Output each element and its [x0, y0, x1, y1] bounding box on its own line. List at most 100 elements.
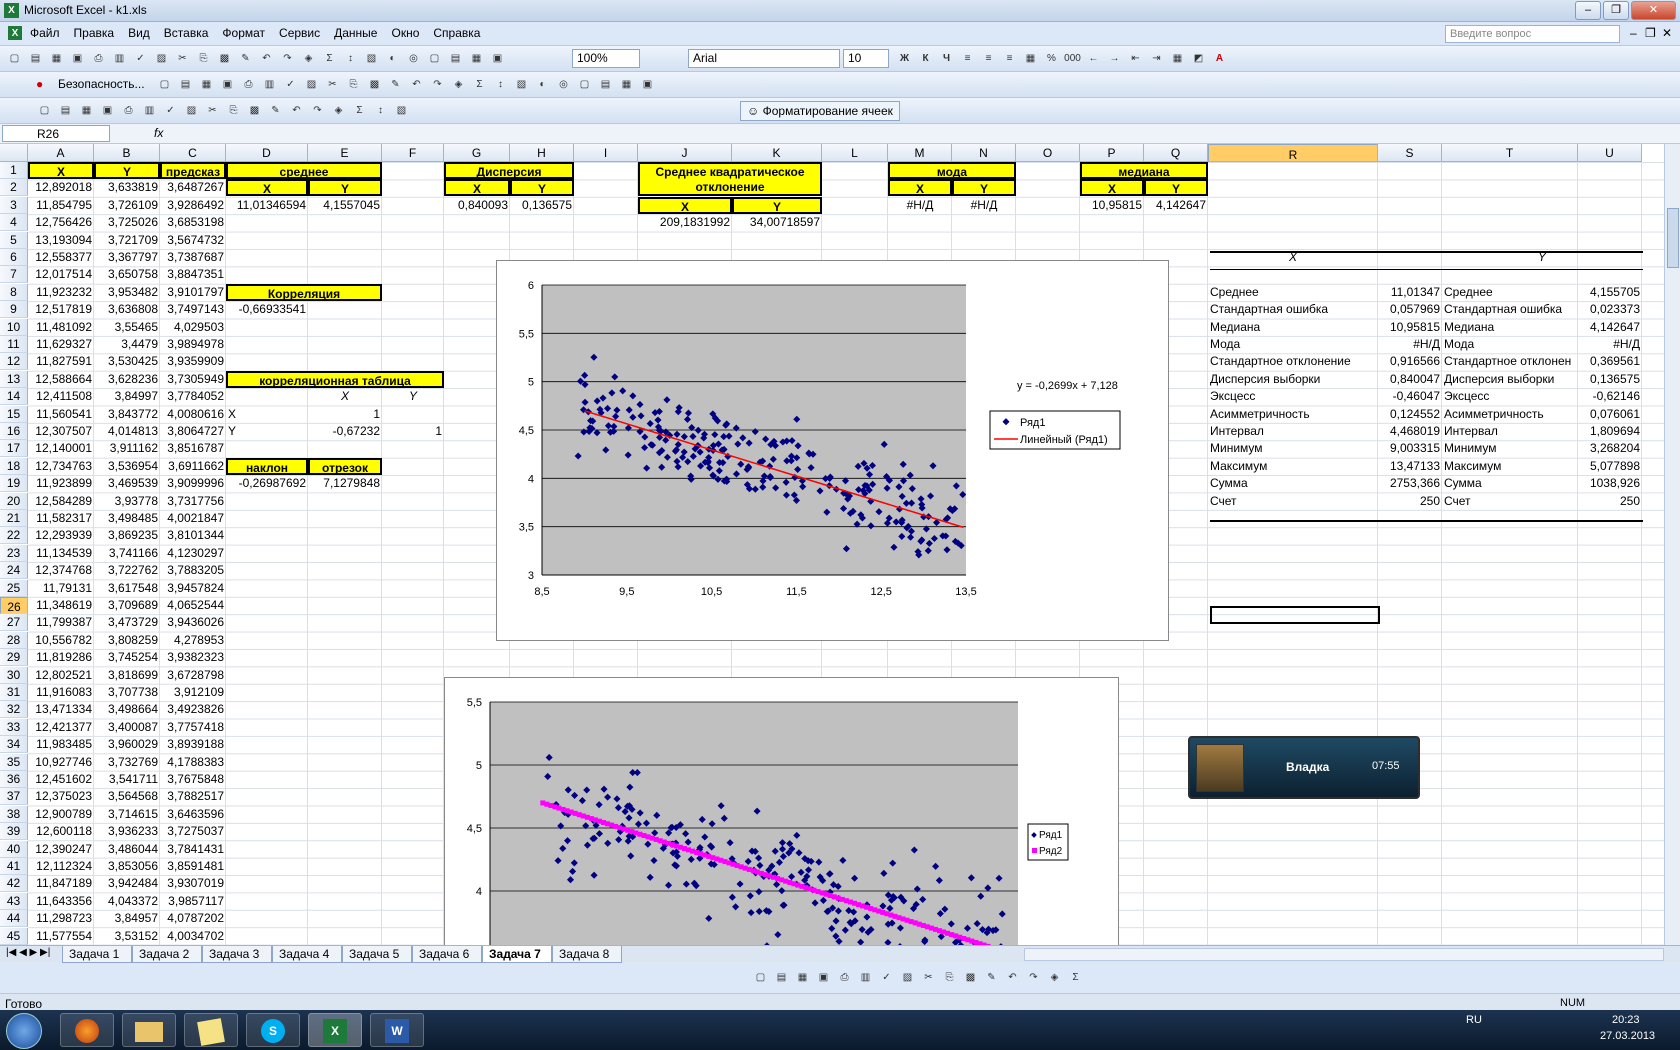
cell-C26[interactable]: 4,0652544 — [160, 597, 226, 614]
cell-A16[interactable]: 12,307507 — [28, 423, 94, 440]
std-icon-0[interactable]: ▢ — [6, 50, 23, 67]
cell-A43[interactable]: 11,643356 — [28, 893, 94, 910]
cell-R11[interactable]: Мода — [1208, 336, 1378, 353]
control-icon-3[interactable]: ▣ — [99, 102, 116, 119]
format-icon-9[interactable]: ← — [1085, 50, 1102, 67]
cell-A14[interactable]: 12,411508 — [28, 388, 94, 405]
cell-T9[interactable]: Стандартная ошибка — [1442, 301, 1578, 318]
col-header-B[interactable]: B — [94, 144, 160, 162]
form-icon-4[interactable]: ⎙ — [240, 76, 257, 93]
format-icon-2[interactable]: Ч — [938, 50, 955, 67]
col-header-P[interactable]: P — [1080, 144, 1144, 162]
cell-J2[interactable]: отклонение — [638, 179, 822, 197]
cell-B15[interactable]: 3,843772 — [94, 406, 160, 423]
cell-C16[interactable]: 3,8064727 — [160, 423, 226, 440]
control-icon-13[interactable]: ↷ — [309, 102, 326, 119]
row-header-2[interactable]: 2 — [0, 179, 28, 197]
form-icon-10[interactable]: ▩ — [366, 76, 383, 93]
cell-A31[interactable]: 11,916083 — [28, 684, 94, 701]
row-header-18[interactable]: 18 — [0, 457, 28, 475]
row-header-5[interactable]: 5 — [0, 231, 28, 249]
cell-U11[interactable]: #Н/Д — [1578, 336, 1642, 353]
cell-R13[interactable]: Дисперсия выборки — [1208, 371, 1378, 388]
std-icon-15[interactable]: Σ — [321, 50, 338, 67]
cell-A13[interactable]: 12,588664 — [28, 371, 94, 388]
menu-item-1[interactable]: Правка — [74, 26, 115, 40]
cell-C4[interactable]: 3,6853198 — [160, 214, 226, 231]
std-icon-9[interactable]: ⎘ — [195, 50, 212, 67]
cell-B12[interactable]: 3,530425 — [94, 353, 160, 370]
control-icon-11[interactable]: ✎ — [267, 102, 284, 119]
cell-C38[interactable]: 3,6463596 — [160, 806, 226, 823]
cell-D19[interactable]: -0,26987692 — [226, 475, 308, 492]
control-icon-5[interactable]: ▥ — [141, 102, 158, 119]
col-header-L[interactable]: L — [822, 144, 888, 162]
cell-R8[interactable]: Среднее — [1208, 284, 1378, 301]
row-header-7[interactable]: 7 — [0, 266, 28, 284]
menu-item-2[interactable]: Вид — [128, 26, 150, 40]
clock-time[interactable]: 20:23 — [1612, 1014, 1640, 1026]
tab-sheet-6[interactable]: Задача 6 — [412, 946, 482, 963]
cell-R9[interactable]: Стандартная ошибка — [1208, 301, 1378, 318]
cell-A18[interactable]: 12,734763 — [28, 458, 94, 475]
std-icon-14[interactable]: ◈ — [300, 50, 317, 67]
cell-J1[interactable]: Среднее квадратическое — [638, 162, 822, 179]
cell-G2[interactable]: X — [444, 179, 510, 197]
cell-C42[interactable]: 3,9307019 — [160, 875, 226, 892]
cell-C15[interactable]: 4,0080616 — [160, 406, 226, 423]
row-header-24[interactable]: 24 — [0, 562, 28, 580]
draw-icon-12[interactable]: ↶ — [1004, 969, 1021, 986]
cell-U10[interactable]: 4,142647 — [1578, 319, 1642, 336]
control-icon-7[interactable]: ▨ — [183, 102, 200, 119]
menu-item-3[interactable]: Вставка — [164, 26, 209, 40]
notes-icon[interactable] — [184, 1013, 238, 1047]
std-icon-7[interactable]: ▨ — [153, 50, 170, 67]
cell-B40[interactable]: 3,486044 — [94, 841, 160, 858]
row-header-43[interactable]: 43 — [0, 892, 28, 910]
cell-T14[interactable]: Эксцесс — [1442, 388, 1578, 405]
col-header-U[interactable]: U — [1578, 144, 1642, 162]
draw-icon-10[interactable]: ▩ — [962, 969, 979, 986]
cell-B23[interactable]: 3,741166 — [94, 545, 160, 562]
cell-B25[interactable]: 3,617548 — [94, 580, 160, 597]
cell-U20[interactable]: 250 — [1578, 493, 1642, 510]
form-icon-14[interactable]: ◈ — [450, 76, 467, 93]
cell-B9[interactable]: 3,636808 — [94, 301, 160, 318]
cell-C25[interactable]: 3,9457824 — [160, 580, 226, 597]
std-icon-21[interactable]: ▤ — [447, 50, 464, 67]
row-header-10[interactable]: 10 — [0, 318, 28, 336]
cell-G1[interactable]: Дисперсия — [444, 162, 574, 179]
cell-S18[interactable]: 13,47133 — [1378, 458, 1442, 475]
cell-S14[interactable]: -0,46047 — [1378, 388, 1442, 405]
cell-B28[interactable]: 3,808259 — [94, 632, 160, 649]
form-icon-18[interactable]: ◐ — [534, 76, 551, 93]
selected-cell[interactable] — [1210, 606, 1380, 624]
firefox-icon[interactable] — [60, 1013, 114, 1047]
cell-Q2[interactable]: Y — [1144, 179, 1208, 197]
cell-C11[interactable]: 3,9894978 — [160, 336, 226, 353]
cell-B35[interactable]: 3,732769 — [94, 754, 160, 771]
cell-B3[interactable]: 3,726109 — [94, 197, 160, 214]
cell-C1[interactable]: предсказ — [160, 162, 226, 179]
cell-A2[interactable]: 12,892018 — [28, 179, 94, 196]
std-icon-8[interactable]: ✂ — [174, 50, 191, 67]
cell-D2[interactable]: X — [226, 179, 308, 197]
format-icon-14[interactable]: ◩ — [1190, 50, 1207, 67]
menu-item-5[interactable]: Сервис — [279, 26, 320, 40]
cell-B1[interactable]: Y — [94, 162, 160, 179]
cell-A7[interactable]: 12,017514 — [28, 266, 94, 283]
row-header-30[interactable]: 30 — [0, 666, 28, 684]
cell-A26[interactable]: 11,348619 — [28, 597, 94, 614]
row-header-26[interactable]: 26 — [0, 597, 28, 614]
cell-P1[interactable]: медиана — [1080, 162, 1208, 179]
cell-A20[interactable]: 12,584289 — [28, 493, 94, 510]
col-header-R[interactable]: R — [1208, 144, 1378, 162]
worksheet[interactable]: ABCDEFGHIJKLMNOPQRSTU 1 2 3 4 5 6 7 8 9 10 11 12 13 1… — [0, 144, 1664, 950]
cell-A6[interactable]: 12,558377 — [28, 249, 94, 266]
horizontal-scrollbar[interactable] — [1024, 948, 1664, 961]
row-header-23[interactable]: 23 — [0, 544, 28, 562]
row-header-17[interactable]: 17 — [0, 440, 28, 458]
control-icon-1[interactable]: ▤ — [57, 102, 74, 119]
form-icon-16[interactable]: ↕ — [492, 76, 509, 93]
row-header-35[interactable]: 35 — [0, 753, 28, 771]
